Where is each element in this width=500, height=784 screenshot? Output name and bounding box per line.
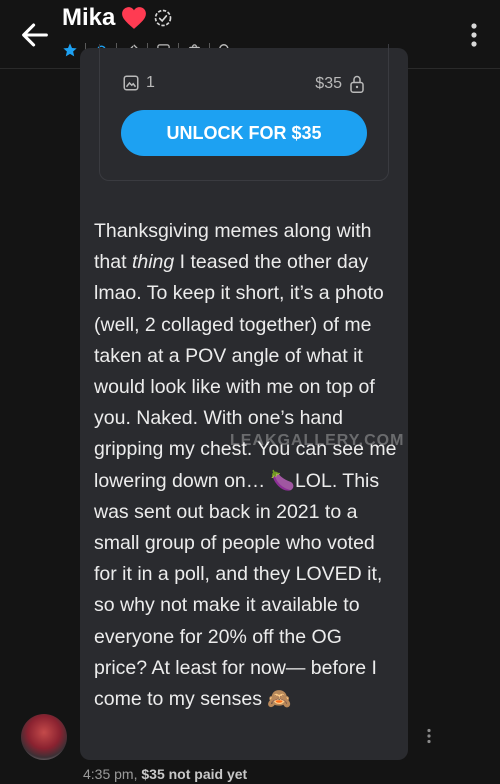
message-more-icon[interactable] [426, 728, 432, 744]
heart-icon [122, 7, 147, 29]
lock-icon [350, 75, 364, 93]
user-name: Mika [62, 4, 116, 31]
message-text-part: I teased the other day lmao. To keep it … [94, 251, 397, 711]
media-count: 1 [122, 74, 155, 92]
message-bubble: 1 $35 UNLOCK FOR $35 Thanksgiving memes … [80, 44, 408, 760]
price-value: $35 [315, 75, 342, 92]
watermark: LEAKGALLERY.COM [230, 432, 405, 449]
image-icon [123, 75, 139, 91]
timestamp: 4:35 pm, [83, 766, 138, 782]
payment-status: $35 not paid yet [141, 766, 248, 782]
avatar[interactable] [21, 714, 67, 760]
chat-title[interactable]: Mika [62, 4, 173, 32]
more-vert-icon[interactable] [470, 22, 478, 48]
media-count-value: 1 [146, 74, 155, 91]
message-meta: 4:35 pm, $35 not paid yet [83, 766, 247, 782]
verified-icon [155, 9, 172, 27]
back-arrow-icon[interactable] [18, 18, 52, 52]
message-text: Thanksgiving memes along with that thing… [94, 216, 400, 715]
unlock-button[interactable]: UNLOCK FOR $35 [121, 110, 367, 156]
message-text-emphasis: thing [131, 251, 175, 274]
favorite-button[interactable] [58, 40, 82, 60]
locked-media-card: 1 $35 UNLOCK FOR $35 [99, 44, 389, 181]
star-icon [63, 43, 77, 57]
price-tag: $35 [315, 74, 366, 94]
